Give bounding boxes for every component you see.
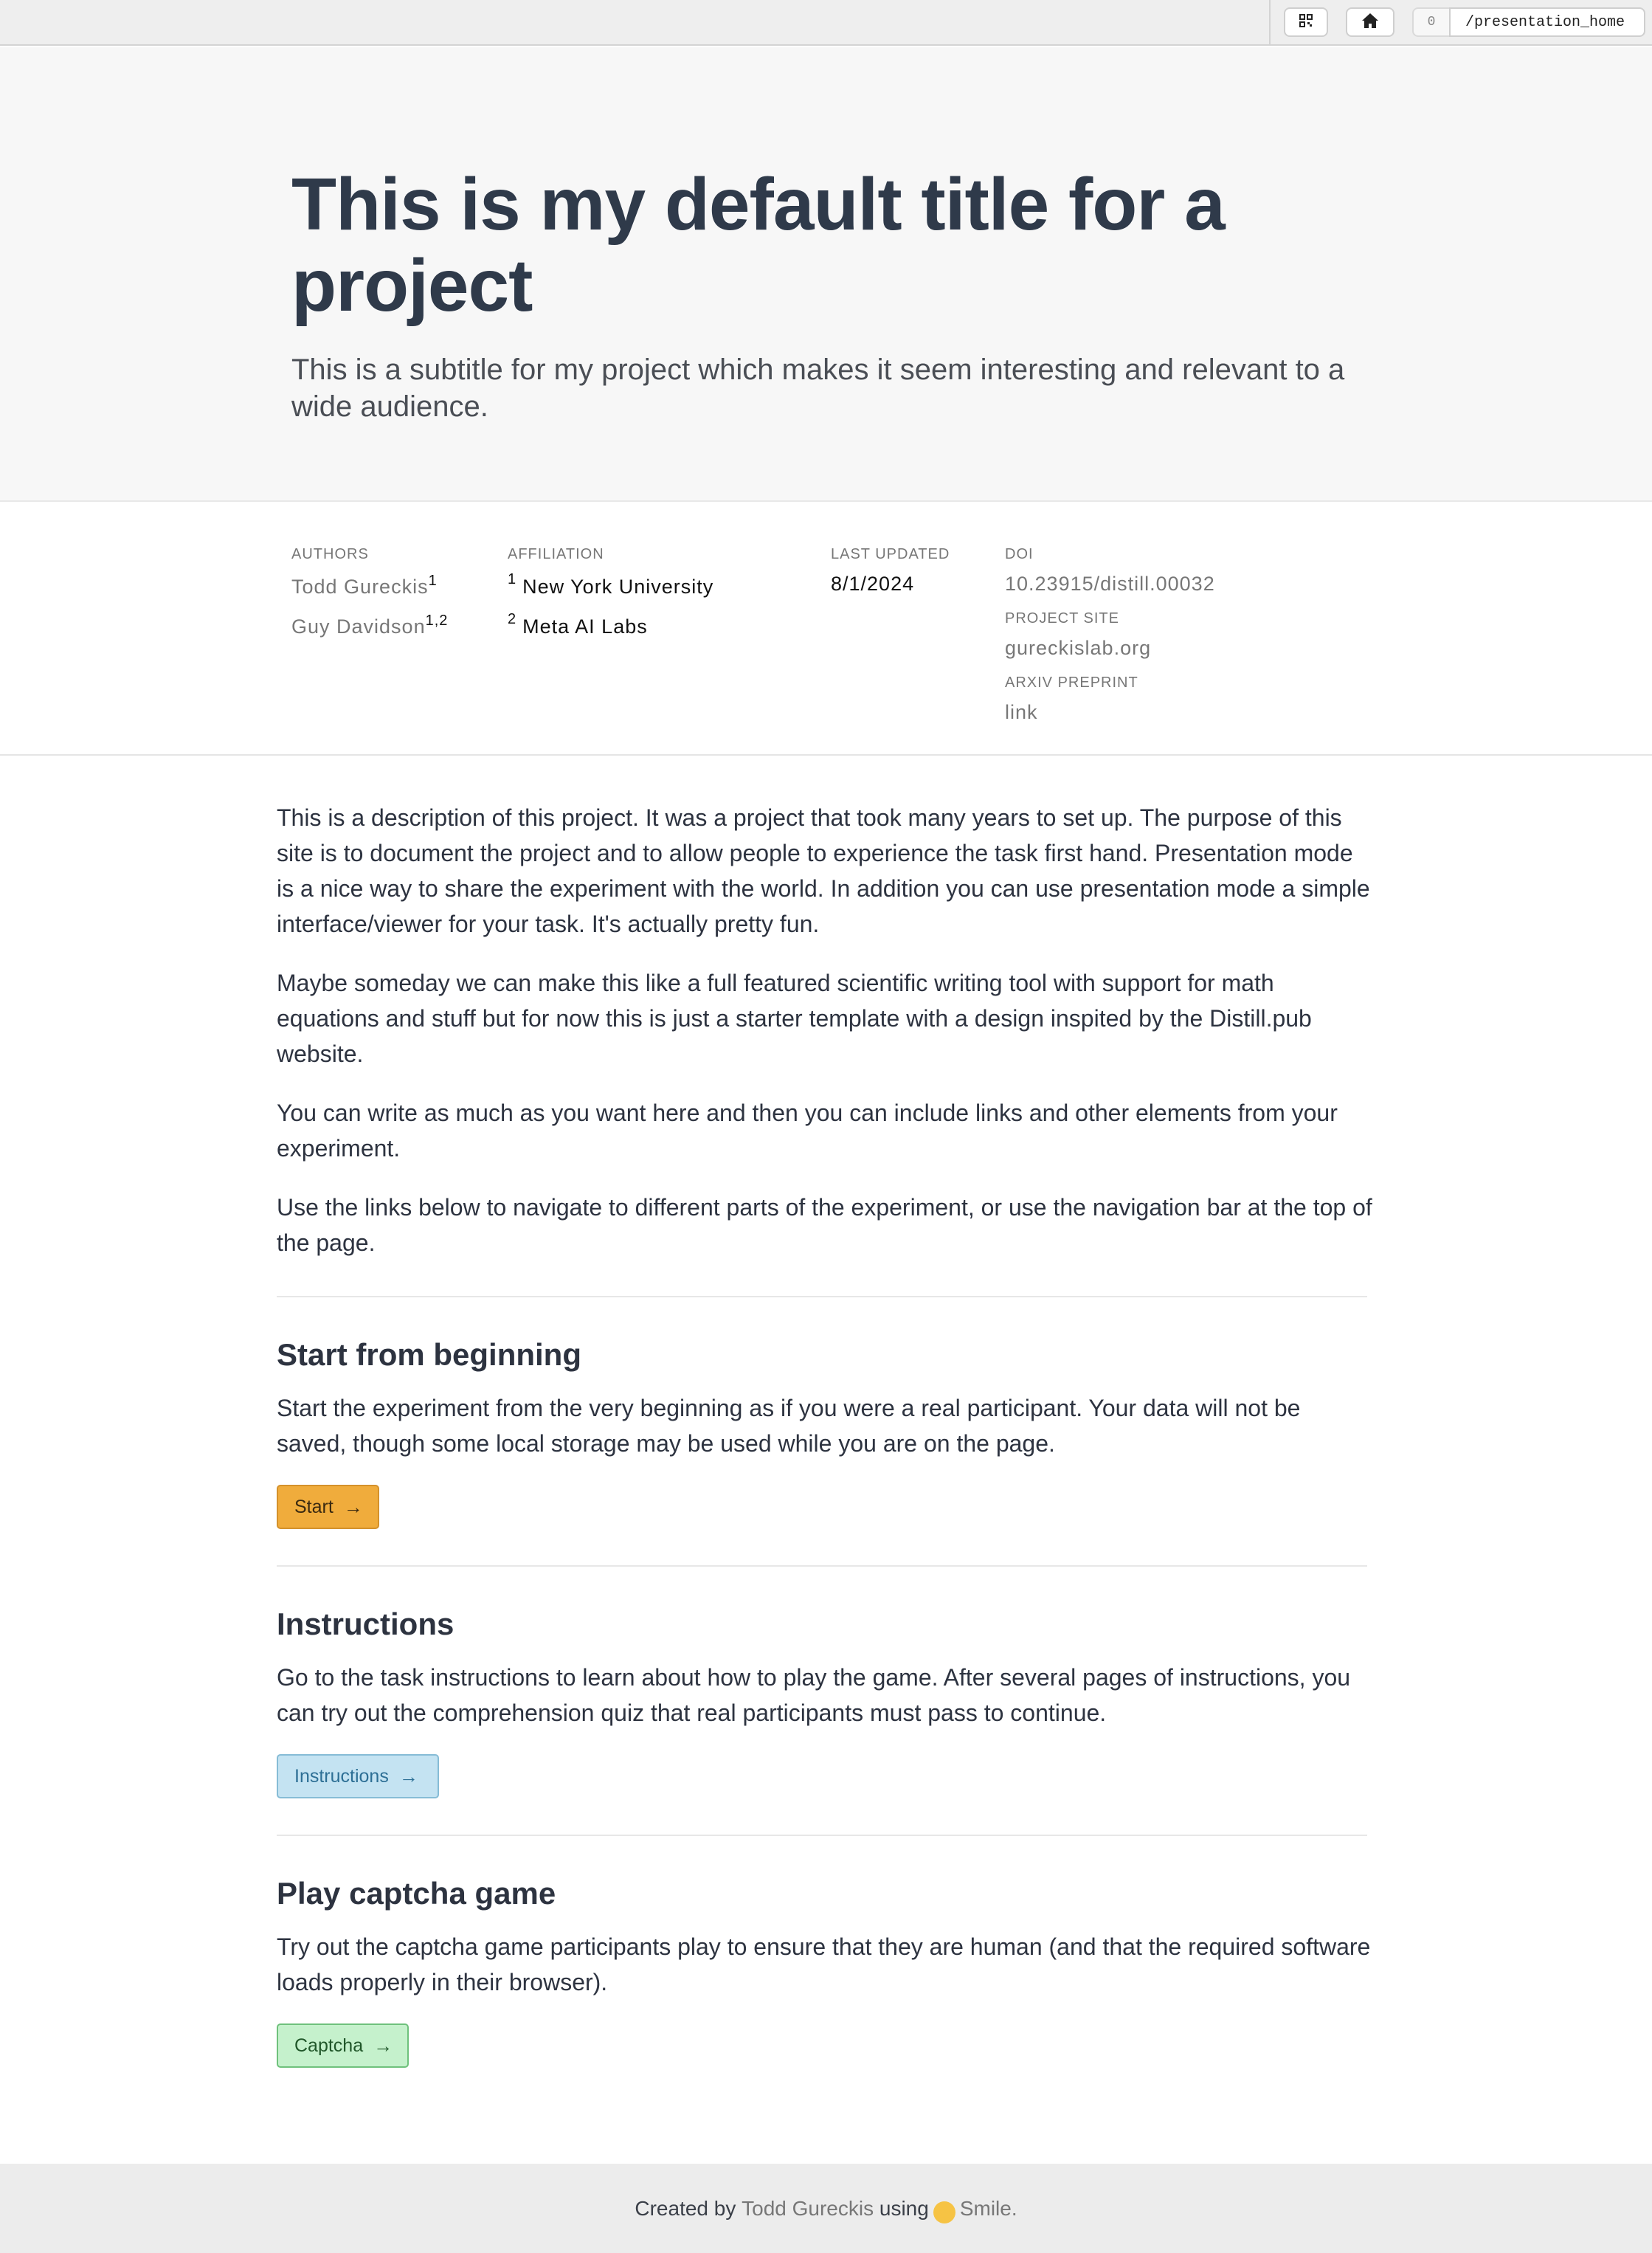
arxiv-label: ARXIV PREPRINT	[1005, 674, 1138, 691]
instructions-button-label: Instructions	[294, 1765, 389, 1787]
affiliation-item: 2 Meta AI Labs	[508, 611, 648, 638]
smile-logo-icon	[933, 2201, 955, 2223]
affiliation-item: 1 New York University	[508, 571, 714, 598]
start-heading: Start from beginning	[277, 1337, 581, 1372]
home-icon	[1361, 13, 1379, 32]
captcha-button[interactable]: Captcha →	[277, 2023, 409, 2068]
metadata-section: AUTHORS Todd Gureckis1 Guy Davidson1,2 A…	[0, 502, 1652, 756]
instructions-heading: Instructions	[277, 1607, 455, 1641]
authors-label: AUTHORS	[291, 546, 369, 562]
toolbar-divider	[1269, 0, 1271, 46]
author-item[interactable]: Todd Gureckis1	[291, 573, 438, 598]
last-updated-label: LAST UPDATED	[831, 546, 950, 562]
last-updated-value: 8/1/2024	[831, 573, 915, 595]
route-counter: 0	[1412, 7, 1449, 37]
start-button[interactable]: Start →	[277, 1485, 379, 1529]
home-button[interactable]	[1346, 7, 1394, 37]
page-subtitle: This is a subtitle for my project which …	[291, 353, 1345, 423]
arrow-right-icon: →	[343, 1495, 363, 1518]
grid-icon	[1299, 13, 1313, 32]
description-paragraph: Maybe someday we can make this like a fu…	[277, 970, 1312, 1067]
footer: Created by Todd Gureckis using Smile.	[0, 2164, 1652, 2253]
section-divider	[277, 1835, 1367, 1836]
arrow-right-icon: →	[398, 1764, 418, 1787]
hero-section: This is my default title for a project T…	[0, 47, 1652, 502]
project-site-label: PROJECT SITE	[1005, 610, 1119, 627]
project-site-link[interactable]: gureckislab.org	[1005, 637, 1151, 660]
section-divider	[277, 1296, 1367, 1297]
author-item[interactable]: Guy Davidson1,2	[291, 613, 448, 638]
arxiv-link[interactable]: link	[1005, 701, 1038, 724]
footer-prefix: Created by	[635, 2196, 736, 2220]
doi-link[interactable]: 10.23915/distill.00032	[1005, 573, 1215, 596]
grid-button[interactable]	[1284, 7, 1328, 37]
footer-using: using	[879, 2196, 929, 2220]
doi-label: DOI	[1005, 546, 1034, 562]
footer-author-link[interactable]: Todd Gureckis	[742, 2197, 874, 2221]
affiliation-label: AFFILIATION	[508, 546, 604, 562]
start-description: Start the experiment from the very begin…	[277, 1395, 1301, 1457]
page-title: This is my default title for a project	[291, 163, 1226, 327]
footer-tool-link[interactable]: Smile.	[960, 2197, 1017, 2221]
captcha-button-label: Captcha	[294, 2035, 364, 2056]
route-path[interactable]: /presentation_home	[1449, 7, 1645, 37]
instructions-description: Go to the task instructions to learn abo…	[277, 1664, 1351, 1726]
instructions-button[interactable]: Instructions →	[277, 1754, 439, 1798]
captcha-description: Try out the captcha game participants pl…	[277, 1933, 1371, 1995]
start-button-label: Start	[294, 1496, 333, 1517]
description-paragraph: This is a description of this project. I…	[277, 804, 1370, 937]
top-toolbar: 0 /presentation_home	[0, 0, 1652, 46]
arrow-right-icon: →	[373, 2034, 393, 2057]
description-paragraph: Use the links below to navigate to diffe…	[277, 1194, 1372, 1256]
description-paragraph: You can write as much as you want here a…	[277, 1100, 1338, 1162]
captcha-heading: Play captcha game	[277, 1876, 556, 1911]
section-divider	[277, 1565, 1367, 1567]
